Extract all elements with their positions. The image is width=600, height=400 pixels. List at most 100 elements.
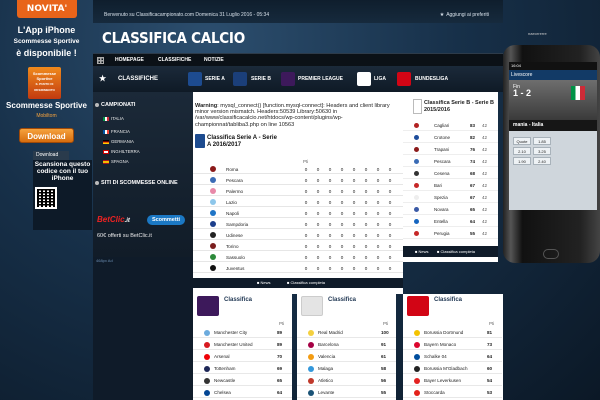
team-crest-icon — [414, 378, 420, 384]
stat-value: 0 — [388, 167, 392, 172]
team-crest-icon — [204, 390, 210, 396]
table-row[interactable]: Borussia Dortmund 81 — [403, 328, 502, 338]
points-value: 61 — [381, 354, 387, 359]
league-liga[interactable]: LIGA — [374, 66, 386, 92]
phone-corner-text: naeorrerre — [528, 31, 547, 36]
table-row[interactable]: Entella 64 42 — [403, 217, 498, 227]
table-row[interactable]: Sampdoria 0 0 0 0 0 0 0 0 — [193, 220, 403, 229]
league-serie-a[interactable]: SERIE A — [205, 66, 225, 92]
team-crest-icon — [308, 390, 314, 396]
phone-screen: 16:04 Livescore Fin 1 - 2 mania - Italia… — [509, 62, 597, 210]
points-value: 91 — [381, 342, 387, 347]
points-value: 65 — [277, 378, 283, 383]
news-label: News — [260, 280, 271, 285]
table-row[interactable]: Bayer Leverkusen 54 — [403, 376, 502, 386]
team-crest-icon — [204, 330, 210, 336]
table-row[interactable]: Perugia 55 42 — [403, 229, 498, 239]
table-row[interactable]: Novara 65 42 — [403, 205, 498, 215]
team-name: Real Madrid — [318, 330, 343, 335]
php-warning: Warning: mysql_connect() [function.mysql… — [195, 103, 401, 128]
sidebar-item-inghilterra[interactable]: INGHILTERRA — [103, 149, 140, 154]
team-crest-icon — [414, 366, 420, 372]
stat-value: 0 — [376, 211, 380, 216]
betclic-logo[interactable]: BetClic.it — [97, 215, 130, 224]
games-value: 42 — [482, 171, 488, 176]
league-serie-b[interactable]: SERIE B — [251, 66, 271, 92]
sidebar-item-francia[interactable]: FRANCIA — [103, 129, 130, 134]
table-row[interactable]: Chelsea 64 — [193, 388, 292, 398]
ad-tab-label: 468px Ad — [96, 258, 113, 263]
table-row[interactable]: Pescara 0 0 0 0 0 0 0 0 — [193, 176, 403, 185]
stat-value: 0 — [316, 244, 320, 249]
league-premier[interactable]: PREMIER LEAGUE — [298, 66, 343, 92]
table-row[interactable]: Bayern Monaco 73 — [403, 340, 502, 350]
betclic-offer[interactable]: 60€ offerti su BetClic.it — [97, 233, 152, 239]
team-name: Sampdoria — [226, 222, 249, 227]
table-row[interactable]: Levante 55 — [297, 388, 396, 398]
table-row[interactable]: Crotone 82 42 — [403, 133, 498, 143]
team-name: Bari — [434, 183, 443, 188]
table-row[interactable]: Real Madrid 100 — [297, 328, 396, 338]
table-row[interactable]: Napoli 0 0 0 0 0 0 0 0 — [193, 209, 403, 218]
table-row[interactable]: Bari 67 42 — [403, 181, 498, 191]
sidebar-item-italia[interactable]: ITALIA — [103, 116, 124, 121]
table-row[interactable]: Valencia 61 — [297, 352, 396, 362]
table-row[interactable]: Newcastle 65 — [193, 376, 292, 386]
table-row[interactable]: Manchester City 89 — [193, 328, 292, 338]
news-link[interactable]: ■ News — [257, 278, 271, 288]
stat-value: 0 — [364, 233, 368, 238]
site-title[interactable]: CLASSIFICA CALCIO — [102, 29, 245, 47]
full-table-link[interactable]: ■ Classifica completa — [437, 246, 475, 257]
table-row[interactable]: Borussia M'Gladbach 60 — [403, 364, 502, 374]
add-favorites-link[interactable]: ★ Aggiungi ai preferiti — [440, 12, 491, 18]
table-row[interactable]: Torino 0 0 0 0 0 0 0 0 — [193, 242, 403, 251]
download-tab[interactable]: Download — [33, 151, 69, 160]
team-name: Juventus — [226, 266, 245, 271]
developer-name: Mobiltom — [36, 113, 57, 119]
download-button[interactable]: Download — [19, 128, 74, 143]
points-value: 68 — [470, 171, 476, 176]
table-row[interactable]: Spezia 67 42 — [403, 193, 498, 203]
table-row[interactable]: Tottenham 69 — [193, 364, 292, 374]
table-row[interactable]: Cagliari 83 42 — [403, 121, 498, 131]
team-name: Pescara — [434, 159, 451, 164]
table-row[interactable]: Schalke 04 64 — [403, 352, 502, 362]
stat-value: 0 — [304, 189, 308, 194]
team-crest-icon — [414, 207, 419, 212]
table-row[interactable]: Arsenal 70 — [193, 352, 292, 362]
team-name: Cesena — [434, 171, 450, 176]
table-row[interactable]: Udinese 0 0 0 0 0 0 0 0 — [193, 231, 403, 240]
team-name: Torino — [226, 244, 239, 249]
table-row[interactable]: Barcelona 91 — [297, 340, 396, 350]
table-row[interactable]: Atletico 56 — [297, 376, 396, 386]
table-row[interactable]: Lazio 0 0 0 0 0 0 0 0 — [193, 198, 403, 207]
scommetti-button[interactable]: Scommetti — [147, 215, 185, 225]
table-row[interactable]: Juventus 0 0 0 0 0 0 0 0 — [193, 264, 403, 273]
points-value: 58 — [381, 366, 387, 371]
table-row[interactable]: Cesena 68 42 — [403, 169, 498, 179]
site-header: CLASSIFICA CALCIO — [93, 23, 503, 53]
full-table-link[interactable]: ■ Classifica completa — [287, 278, 325, 288]
table-row[interactable]: Malaga 58 — [297, 364, 396, 374]
sidebar-item-spagna[interactable]: SPAGNA — [103, 159, 129, 164]
table-row[interactable]: Manchester United 89 — [193, 340, 292, 350]
news-link[interactable]: ■ News — [415, 246, 429, 257]
table-row[interactable]: Roma 0 0 0 0 0 0 0 0 — [193, 165, 403, 174]
table-row[interactable]: Stoccarda 53 — [403, 388, 502, 398]
table-row[interactable]: Sassuolo 0 0 0 0 0 0 0 0 — [193, 253, 403, 262]
table-row[interactable]: Palermo 0 0 0 0 0 0 0 0 — [193, 187, 403, 196]
iphone-app-ad[interactable]: naeorrerre 16:04 Livescore Fin 1 - 2 man… — [503, 25, 600, 265]
welcome-text: Benvenuto su Classificacampionato.com Do… — [104, 12, 270, 18]
sidebar-item-germania[interactable]: GERMANIA — [103, 139, 134, 144]
league-bundesliga[interactable]: BUNDESLIGA — [415, 66, 448, 92]
stat-value: 0 — [388, 189, 392, 194]
stat-value: 0 — [316, 233, 320, 238]
games-value: 42 — [482, 231, 488, 236]
table-row[interactable]: Trapani 76 42 — [403, 145, 498, 155]
team-name: Schalke 04 — [424, 354, 447, 359]
stat-value: 0 — [364, 178, 368, 183]
liga-logo-icon — [357, 72, 371, 86]
table-row[interactable]: Pescara 74 42 — [403, 157, 498, 167]
left-app-ad[interactable]: NOVITA' L'App iPhone Scommesse Sportive … — [0, 0, 93, 400]
team-name: Chelsea — [214, 390, 231, 395]
